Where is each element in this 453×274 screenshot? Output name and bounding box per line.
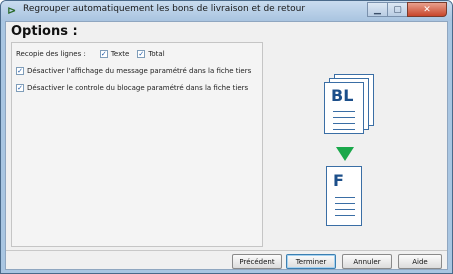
texte-label: Texte bbox=[110, 50, 130, 58]
close-button[interactable]: ✕ bbox=[407, 2, 447, 17]
desactiver-message-label: Désactiver l'affichage du message paramé… bbox=[27, 67, 252, 75]
desactiver-message-row: ✓ Désactiver l'affichage du message para… bbox=[16, 67, 251, 75]
recopie-label: Recopie des lignes : bbox=[16, 50, 86, 58]
desactiver-controle-label: Désactiver le controle du blocage paramé… bbox=[27, 84, 249, 92]
f-document-icon: F bbox=[326, 166, 362, 226]
dialog-body: Options : Recopie des lignes : ✓ Texte ✓… bbox=[5, 21, 448, 270]
desactiver-message-checkbox[interactable]: ✓ bbox=[16, 67, 24, 75]
down-arrow-icon bbox=[336, 147, 354, 161]
desactiver-controle-checkbox[interactable]: ✓ bbox=[16, 84, 24, 92]
recopie-row: Recopie des lignes : ✓ Texte ✓ Total bbox=[16, 50, 165, 58]
f-label: F bbox=[333, 171, 344, 190]
dialog-window: ⊳ Regrouper automatiquement les bons de … bbox=[0, 0, 453, 274]
options-heading: Options : bbox=[11, 24, 78, 39]
options-panel: Recopie des lignes : ✓ Texte ✓ Total ✓ D… bbox=[11, 42, 263, 247]
help-button[interactable]: Aide bbox=[398, 254, 442, 269]
texte-checkbox[interactable]: ✓ bbox=[99, 50, 108, 58]
minimize-icon: ▁ bbox=[374, 4, 381, 15]
finish-button[interactable]: Terminer bbox=[286, 254, 336, 269]
window-title: Regrouper automatiquement les bons de li… bbox=[23, 4, 306, 14]
options-header: Options : bbox=[6, 22, 447, 42]
total-label: Total bbox=[148, 50, 165, 58]
minimize-button[interactable]: ▁ bbox=[367, 2, 388, 17]
maximize-icon: ▢ bbox=[393, 4, 402, 15]
previous-button[interactable]: Précédent bbox=[232, 254, 282, 269]
cancel-button[interactable]: Annuler bbox=[342, 254, 392, 269]
total-checkbox[interactable]: ✓ bbox=[137, 50, 146, 58]
window-controls: ▁ ▢ ✕ bbox=[367, 2, 447, 17]
title-bar: ⊳ Regrouper automatiquement les bons de … bbox=[1, 1, 452, 21]
app-icon: ⊳ bbox=[7, 4, 17, 17]
footer-divider bbox=[6, 250, 447, 251]
close-icon: ✕ bbox=[423, 4, 431, 15]
maximize-button[interactable]: ▢ bbox=[387, 2, 408, 17]
illustration-area: BL F bbox=[264, 42, 444, 247]
desactiver-controle-row: ✓ Désactiver le controle du blocage para… bbox=[16, 84, 248, 92]
bl-label: BL bbox=[331, 86, 354, 105]
